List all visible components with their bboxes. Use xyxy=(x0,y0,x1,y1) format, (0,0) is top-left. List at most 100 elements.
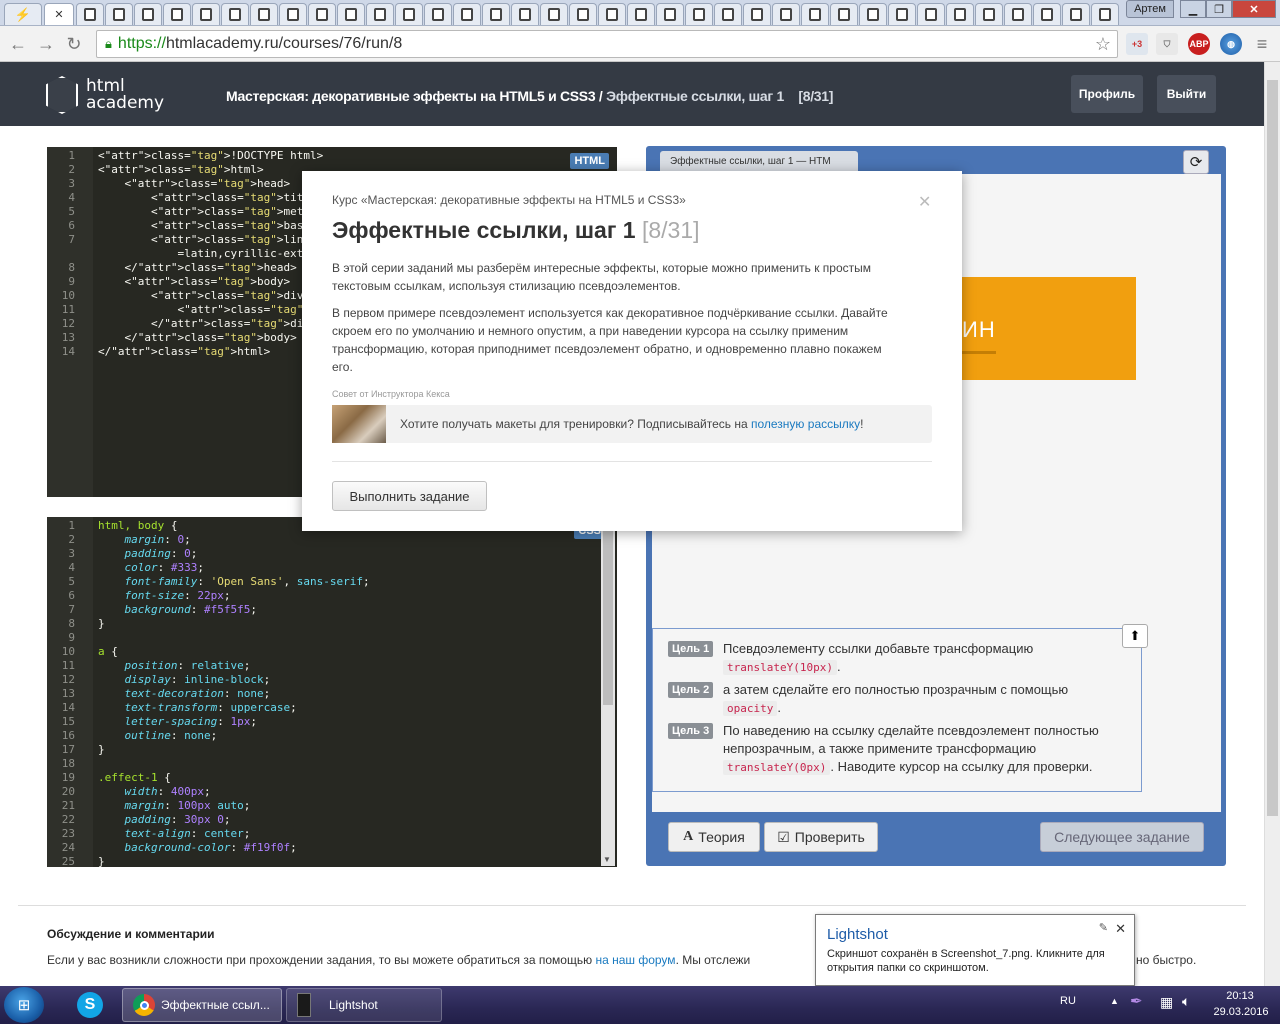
css-editor[interactable]: 1 html, body {2 margin: 0; 3 padding: 0; 4 … xyxy=(47,517,617,867)
close-window-button[interactable]: ✕ xyxy=(1232,0,1276,18)
browser-tab[interactable] xyxy=(76,3,104,25)
refresh-preview-button[interactable]: ⟳ xyxy=(1183,150,1209,174)
start-button[interactable]: ⊞ xyxy=(4,987,44,1023)
browser-tab[interactable] xyxy=(511,3,539,25)
browser-tab[interactable] xyxy=(569,3,597,25)
browser-tab[interactable] xyxy=(772,3,800,25)
browser-tab[interactable] xyxy=(337,3,365,25)
browser-tab[interactable] xyxy=(627,3,655,25)
css-editor-scrollbar[interactable]: ▼ xyxy=(601,519,615,866)
page-scrollbar-thumb[interactable] xyxy=(1267,80,1278,816)
newsletter-link[interactable]: полезную рассылку xyxy=(751,417,860,431)
clock-date[interactable]: 29.03.2016 xyxy=(1208,1006,1274,1018)
browser-tab[interactable] xyxy=(221,3,249,25)
browser-tab[interactable] xyxy=(424,3,452,25)
browser-tab[interactable] xyxy=(1062,3,1090,25)
browser-tab[interactable] xyxy=(975,3,1003,25)
taskbar-lightshot-window[interactable]: Lightshot xyxy=(286,988,442,1022)
line-number: 19 xyxy=(61,771,75,784)
close-notification-icon[interactable]: ✕ xyxy=(1115,921,1126,937)
browser-tab[interactable] xyxy=(482,3,510,25)
preview-link[interactable]: ИН xyxy=(962,317,996,343)
browser-tab[interactable] xyxy=(134,3,162,25)
back-button[interactable]: ← xyxy=(6,32,30,56)
htmlacademy-favicon-icon xyxy=(577,8,589,21)
clock-time[interactable]: 20:13 xyxy=(1214,990,1266,1002)
next-task-label: Следующее задание xyxy=(1054,829,1190,845)
close-icon[interactable]: ✕ xyxy=(54,8,63,21)
code-text: </"attr">class="tag">head> xyxy=(98,261,297,274)
lightshot-notification[interactable]: Lightshot Скриншот сохранён в Screenshot… xyxy=(815,914,1135,986)
network-icon[interactable]: ▦ xyxy=(1160,994,1173,1011)
browser-tab[interactable] xyxy=(540,3,568,25)
browser-tab[interactable] xyxy=(250,3,278,25)
next-task-button[interactable]: Следующее задание xyxy=(1040,822,1204,852)
line-number: 10 xyxy=(61,645,75,658)
adblock-icon[interactable]: ABP xyxy=(1188,33,1210,55)
browser-tab[interactable] xyxy=(830,3,858,25)
modal-paragraph: В первом примере псевдоэлемент используе… xyxy=(332,306,888,374)
browser-tab[interactable] xyxy=(453,3,481,25)
code-line: 12 display: inline-block; xyxy=(47,673,617,687)
site-logo[interactable]: html academy xyxy=(46,76,164,114)
profile-button[interactable]: Артем xyxy=(1126,0,1174,18)
page-scrollbar[interactable] xyxy=(1264,62,1280,986)
logout-button[interactable]: Выйти xyxy=(1157,75,1216,113)
forum-link[interactable]: на наш форум xyxy=(595,953,675,967)
maximize-button[interactable]: ❐ xyxy=(1206,0,1232,18)
browser-tab[interactable] xyxy=(946,3,974,25)
profile-label: Профиль xyxy=(1078,87,1136,101)
browser-tab[interactable] xyxy=(395,3,423,25)
pin-icon[interactable]: ✎ xyxy=(1099,921,1108,934)
theory-button[interactable]: A Теория xyxy=(668,822,760,852)
extension-weather-icon[interactable]: +3 xyxy=(1126,33,1148,55)
browser-tab[interactable] xyxy=(1091,3,1119,25)
close-modal-icon[interactable]: ✕ xyxy=(918,192,931,212)
breadcrumb-course[interactable]: Мастерская: декоративные эффекты на HTML… xyxy=(226,88,603,104)
check-button[interactable]: ☑ Проверить xyxy=(764,822,878,852)
line-number: 20 xyxy=(61,785,75,798)
bookmark-star-icon[interactable]: ☆ xyxy=(1095,34,1111,55)
language-indicator[interactable]: RU xyxy=(1060,995,1076,1007)
discussion-text: Если у вас возникли сложности при прохож… xyxy=(47,953,750,967)
skype-icon[interactable]: S xyxy=(74,988,106,1022)
code-line: 16 outline: none; xyxy=(47,729,617,743)
browser-tab[interactable] xyxy=(917,3,945,25)
browser-tab[interactable] xyxy=(859,3,887,25)
profile-link-button[interactable]: Профиль xyxy=(1071,75,1143,113)
browser-tab[interactable] xyxy=(279,3,307,25)
browser-tab[interactable] xyxy=(598,3,626,25)
minimize-button[interactable]: ▁ xyxy=(1180,0,1206,18)
browser-tab[interactable] xyxy=(163,3,191,25)
globe-icon[interactable]: ◍ xyxy=(1220,33,1242,55)
code-line: 2 margin: 0; xyxy=(47,533,617,547)
tab-active[interactable]: ✕ xyxy=(44,3,74,25)
forward-button[interactable]: → xyxy=(34,32,58,56)
collapse-goals-button[interactable]: ⬆ xyxy=(1122,624,1148,648)
start-task-button[interactable]: Выполнить задание xyxy=(332,481,487,511)
tray-expand-icon[interactable]: ▲ xyxy=(1110,996,1119,1006)
scroll-down-icon[interactable]: ▼ xyxy=(603,855,611,864)
browser-tab[interactable] xyxy=(308,3,336,25)
browser-tab[interactable] xyxy=(192,3,220,25)
browser-tab[interactable] xyxy=(714,3,742,25)
reload-button[interactable]: ↻ xyxy=(62,32,86,56)
shield-icon[interactable]: ⛉ xyxy=(1156,33,1178,55)
browser-tab[interactable] xyxy=(366,3,394,25)
browser-tab[interactable] xyxy=(1033,3,1061,25)
address-bar[interactable]: 🔒︎ https://htmlacademy.ru/courses/76/run… xyxy=(96,30,1118,58)
scrollbar-thumb[interactable] xyxy=(603,525,613,705)
browser-tab[interactable] xyxy=(743,3,771,25)
browser-tab[interactable] xyxy=(105,3,133,25)
preview-tab[interactable]: Эффектные ссылки, шаг 1 — HTM xyxy=(660,151,858,173)
browser-tab[interactable] xyxy=(801,3,829,25)
browser-tab[interactable] xyxy=(685,3,713,25)
tab-first[interactable]: ⚡ xyxy=(4,3,42,25)
taskbar-chrome-window[interactable]: Эффектные ссыл... xyxy=(122,988,282,1022)
volume-icon[interactable]: 🔈︎ xyxy=(1182,993,1190,1010)
browser-tab[interactable] xyxy=(656,3,684,25)
menu-icon[interactable]: ≡ xyxy=(1250,32,1274,56)
browser-tab[interactable] xyxy=(1004,3,1032,25)
lightshot-tray-icon[interactable]: ✒ xyxy=(1130,992,1143,1010)
browser-tab[interactable] xyxy=(888,3,916,25)
